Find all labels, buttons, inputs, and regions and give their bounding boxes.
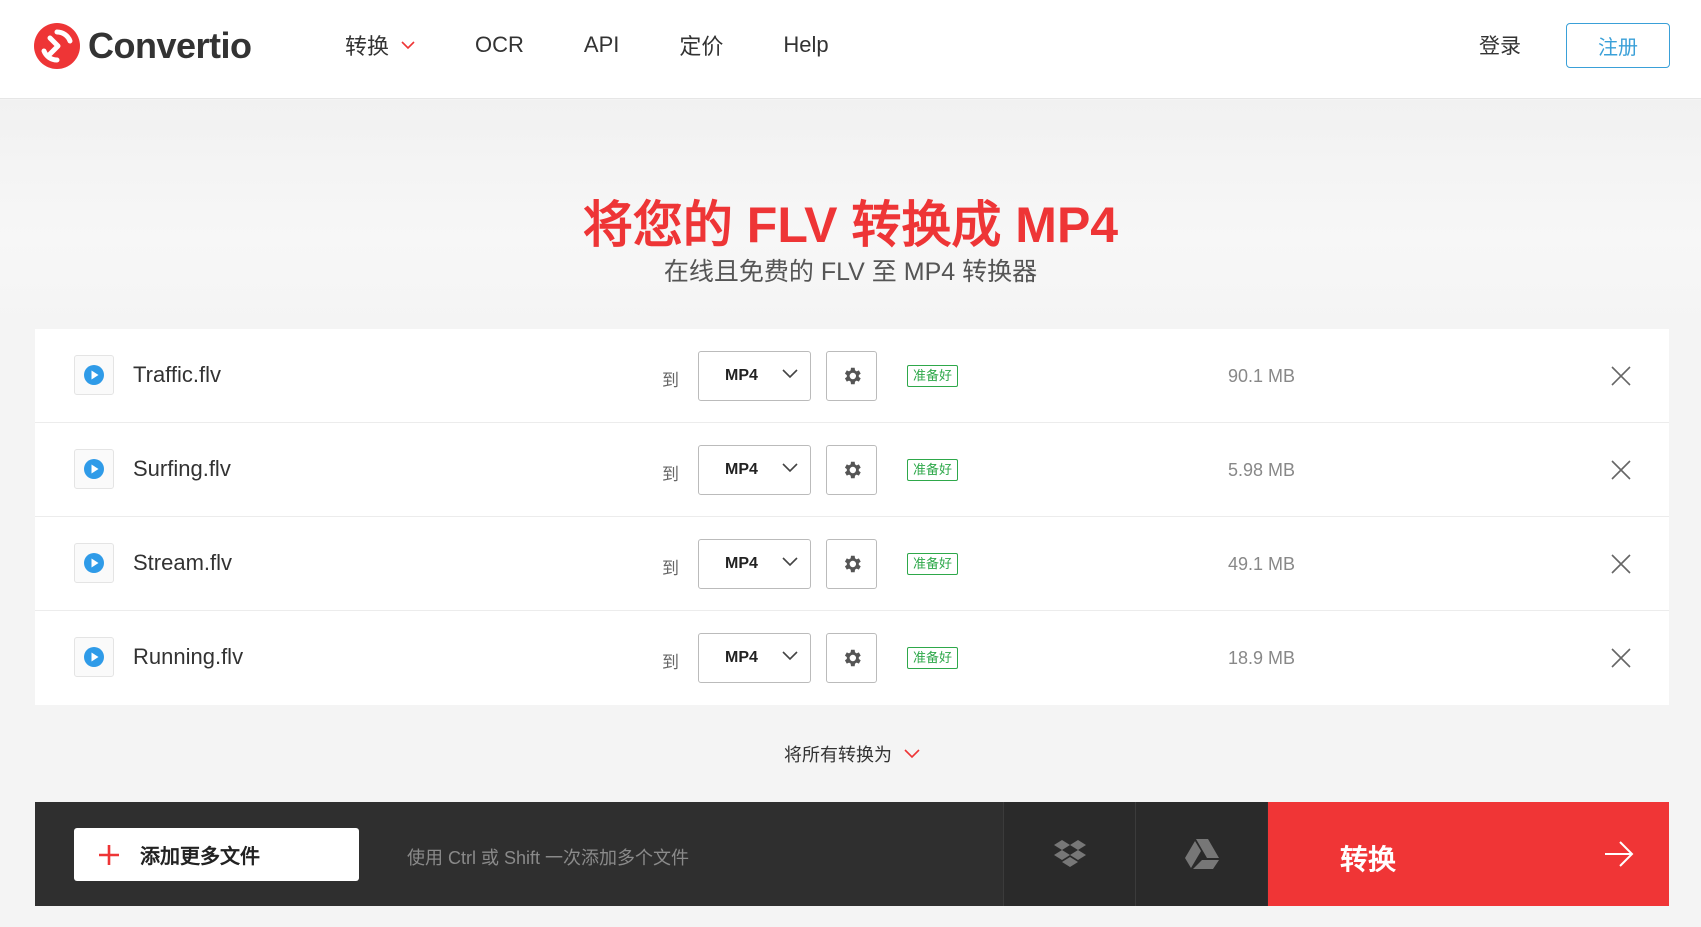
file-size: 49.1 MB — [1228, 554, 1296, 574]
chevron-down-icon — [401, 40, 415, 49]
chevron-down-icon — [782, 463, 798, 473]
nav-item-label: 定价 — [679, 34, 724, 59]
file-name: Running.flv — [133, 644, 244, 669]
format-value: MP4 — [725, 555, 758, 572]
gear-icon — [844, 555, 861, 573]
to-label: 到 — [662, 559, 679, 578]
convert-all-label: 将所有转换为 — [784, 745, 892, 765]
page-subtitle: 在线且免费的 FLV 至 MP4 转换器 — [663, 258, 1038, 286]
status-badge: 准备好 — [907, 365, 959, 387]
add-more-files-button[interactable]: 添加更多文件 — [74, 828, 359, 881]
status-badge: 准备好 — [907, 459, 959, 481]
gear-icon — [844, 649, 861, 667]
google-drive-icon — [1184, 839, 1219, 869]
add-files-label: 添加更多文件 — [140, 846, 260, 868]
nav-item-label: Help — [783, 32, 829, 57]
close-icon[interactable] — [1608, 457, 1634, 483]
page-title: 将您的 FLV 转换成 MP4 — [582, 197, 1119, 253]
format-select[interactable]: MP4 — [698, 445, 811, 495]
chevron-down-icon — [782, 557, 798, 567]
format-select[interactable]: MP4 — [698, 351, 811, 401]
login-link[interactable]: 登录 — [1479, 30, 1521, 60]
settings-button[interactable] — [826, 351, 877, 401]
file-name: Stream.flv — [133, 550, 233, 575]
format-value: MP4 — [725, 649, 758, 666]
nav-item-label: OCR — [475, 32, 524, 57]
format-select[interactable]: MP4 — [698, 539, 811, 589]
to-label: 到 — [662, 371, 679, 390]
file-size: 90.1 MB — [1228, 366, 1296, 386]
format-value: MP4 — [725, 461, 758, 478]
nav-item-pricing[interactable]: 定价 — [679, 28, 723, 62]
nav-item-label: 转换 — [345, 34, 390, 59]
preview-button[interactable] — [74, 449, 114, 489]
chevron-down-icon — [782, 651, 798, 661]
file-name: Surfing.flv — [133, 456, 231, 481]
preview-button[interactable] — [74, 543, 114, 583]
to-label: 到 — [662, 653, 679, 672]
to-label: 到 — [662, 465, 679, 484]
multi-select-hint: 使用 Ctrl 或 Shift 一次添加多个文件 — [407, 848, 690, 868]
gear-icon — [844, 461, 861, 479]
play-icon — [84, 365, 104, 385]
file-size: 18.9 MB — [1228, 648, 1296, 668]
file-row: Traffic.flv 到 MP4 准备好 90.1 MB — [35, 329, 1669, 423]
google-drive-button[interactable] — [1135, 802, 1267, 906]
nav-item-api[interactable]: API — [584, 28, 619, 62]
chevron-down-icon — [782, 369, 798, 379]
logo-text: Convertio — [88, 25, 252, 66]
action-bar: 添加更多文件 使用 Ctrl 或 Shift 一次添加多个文件 转换 — [35, 802, 1669, 906]
file-row: Running.flv 到 MP4 准备好 18.9 MB — [35, 611, 1669, 705]
format-select[interactable]: MP4 — [698, 633, 811, 683]
status-badge: 准备好 — [907, 647, 959, 669]
convertio-logo-icon — [34, 23, 80, 69]
register-button[interactable]: 注册 — [1566, 23, 1670, 68]
convert-all-dropdown[interactable]: 将所有转换为 — [35, 706, 1669, 802]
nav-item-label: API — [583, 32, 620, 57]
file-list: Traffic.flv 到 MP4 准备好 90.1 MB Surfing.fl… — [35, 329, 1669, 705]
play-icon — [84, 459, 104, 479]
settings-button[interactable] — [826, 445, 877, 495]
gear-icon — [844, 367, 861, 385]
close-icon[interactable] — [1608, 551, 1634, 577]
close-icon[interactable] — [1608, 645, 1634, 671]
plus-icon — [99, 844, 119, 865]
settings-button[interactable] — [826, 539, 877, 589]
file-row: Surfing.flv 到 MP4 准备好 5.98 MB — [35, 423, 1669, 517]
nav-item-convert[interactable]: 转换 — [345, 28, 415, 62]
format-value: MP4 — [725, 367, 758, 384]
nav-item-ocr[interactable]: OCR — [475, 28, 524, 62]
play-icon — [84, 553, 104, 573]
dropbox-icon — [1053, 840, 1086, 867]
close-icon[interactable] — [1608, 363, 1634, 389]
dropbox-button[interactable] — [1003, 802, 1135, 906]
file-size: 5.98 MB — [1228, 460, 1296, 480]
settings-button[interactable] — [826, 633, 877, 683]
file-row: Stream.flv 到 MP4 准备好 49.1 MB — [35, 517, 1669, 611]
convert-label: 转换 — [1340, 844, 1397, 875]
chevron-down-icon — [904, 749, 920, 759]
arrow-right-icon — [1605, 841, 1634, 867]
nav-item-help[interactable]: Help — [783, 28, 828, 62]
main-nav: 转换 OCR API 定价 Help — [345, 28, 889, 62]
preview-button[interactable] — [74, 355, 114, 395]
file-name: Traffic.flv — [133, 362, 222, 387]
preview-button[interactable] — [74, 637, 114, 677]
convert-button[interactable]: 转换 — [1268, 802, 1669, 906]
play-icon — [84, 647, 104, 667]
site-header: Convertio 转换 OCR API 定价 Help 登录 注册 — [0, 0, 1701, 99]
status-badge: 准备好 — [907, 553, 959, 575]
logo[interactable]: Convertio — [34, 22, 252, 70]
